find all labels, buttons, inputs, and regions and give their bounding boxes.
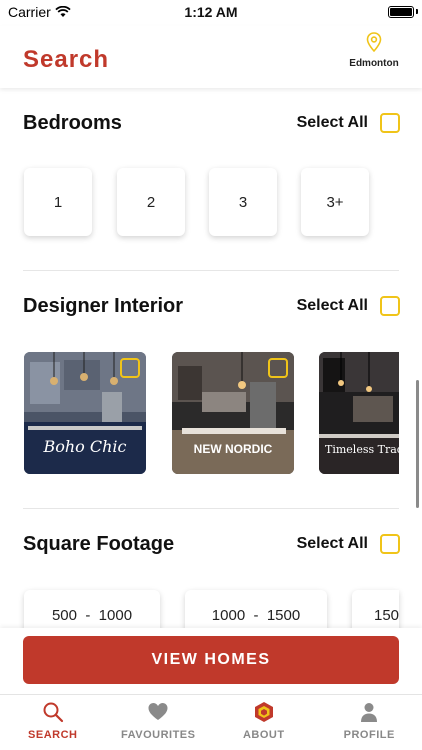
- interior-card-new-nordic[interactable]: NEW NORDIC: [172, 352, 294, 474]
- bedroom-option-3[interactable]: 3: [209, 168, 277, 236]
- tab-label: PROFILE: [343, 729, 395, 741]
- tab-favourites[interactable]: FAVOURITES: [106, 695, 212, 750]
- battery-tip: [416, 9, 418, 14]
- interior-name: Boho Chic: [43, 437, 127, 456]
- location-pin-icon: [366, 32, 382, 52]
- bedrooms-select-all-checkbox[interactable]: [380, 113, 400, 133]
- sqft-option-1500-plus[interactable]: 150: [352, 590, 399, 628]
- interior-name: Timeless Trad: [325, 443, 399, 456]
- sqft-select-all[interactable]: Select All: [297, 534, 400, 554]
- divider: [23, 508, 399, 509]
- select-all-label: Select All: [296, 297, 368, 314]
- status-time: 1:12 AM: [184, 4, 238, 20]
- tab-about[interactable]: ABOUT: [211, 695, 317, 750]
- select-all-label: Select All: [296, 535, 368, 552]
- tab-label: FAVOURITES: [121, 729, 196, 741]
- filter-content[interactable]: Bedrooms Select All 1 2 3 3+ Designer In…: [0, 88, 422, 628]
- designer-title: Designer Interior: [23, 295, 184, 317]
- location-label: Edmonton: [349, 58, 399, 69]
- sqft-select-all-checkbox[interactable]: [380, 534, 400, 554]
- designer-select-all[interactable]: Select All: [297, 296, 400, 316]
- select-all-label: Select All: [296, 114, 368, 131]
- search-icon: [43, 702, 63, 723]
- view-homes-button[interactable]: VIEW HOMES: [23, 636, 399, 684]
- sqft-option-500-1000[interactable]: 500 - 1000: [24, 590, 160, 628]
- divider: [23, 270, 399, 271]
- tab-label: SEARCH: [28, 729, 78, 741]
- interior-checkbox[interactable]: [268, 358, 288, 378]
- location-button[interactable]: Edmonton: [346, 32, 402, 69]
- heart-icon: [148, 703, 168, 720]
- header: Search Edmonton: [0, 26, 422, 88]
- interior-name: NEW NORDIC: [193, 442, 273, 456]
- bedroom-option-3plus[interactable]: 3+: [301, 168, 369, 236]
- page-title: Search: [23, 46, 110, 73]
- designer-select-all-checkbox[interactable]: [380, 296, 400, 316]
- cta-bar: VIEW HOMES: [0, 628, 422, 694]
- sqft-title: Square Footage: [23, 533, 175, 555]
- sqft-option-1000-1500[interactable]: 1000 - 1500: [185, 590, 327, 628]
- status-bar: Carrier 1:12 AM: [0, 0, 422, 26]
- bedroom-option-1[interactable]: 1: [24, 168, 92, 236]
- tab-bar: SEARCH FAVOURITES ABOUT PROFILE: [0, 694, 422, 750]
- bedrooms-title: Bedrooms: [23, 112, 122, 134]
- battery-icon: [388, 6, 414, 18]
- interior-card-timeless-traditional[interactable]: Timeless Trad: [319, 352, 399, 474]
- tab-label: ABOUT: [242, 729, 285, 741]
- person-icon: [361, 703, 378, 722]
- scrollbar[interactable]: [416, 380, 419, 508]
- interior-card-boho-chic[interactable]: Boho Chic: [24, 352, 146, 474]
- bedrooms-select-all[interactable]: Select All: [297, 113, 400, 133]
- hexagon-logo-icon: [254, 702, 273, 722]
- tab-search[interactable]: SEARCH: [0, 695, 106, 750]
- interior-checkbox[interactable]: [120, 358, 140, 378]
- bedroom-option-2[interactable]: 2: [117, 168, 185, 236]
- tab-profile[interactable]: PROFILE: [317, 695, 422, 750]
